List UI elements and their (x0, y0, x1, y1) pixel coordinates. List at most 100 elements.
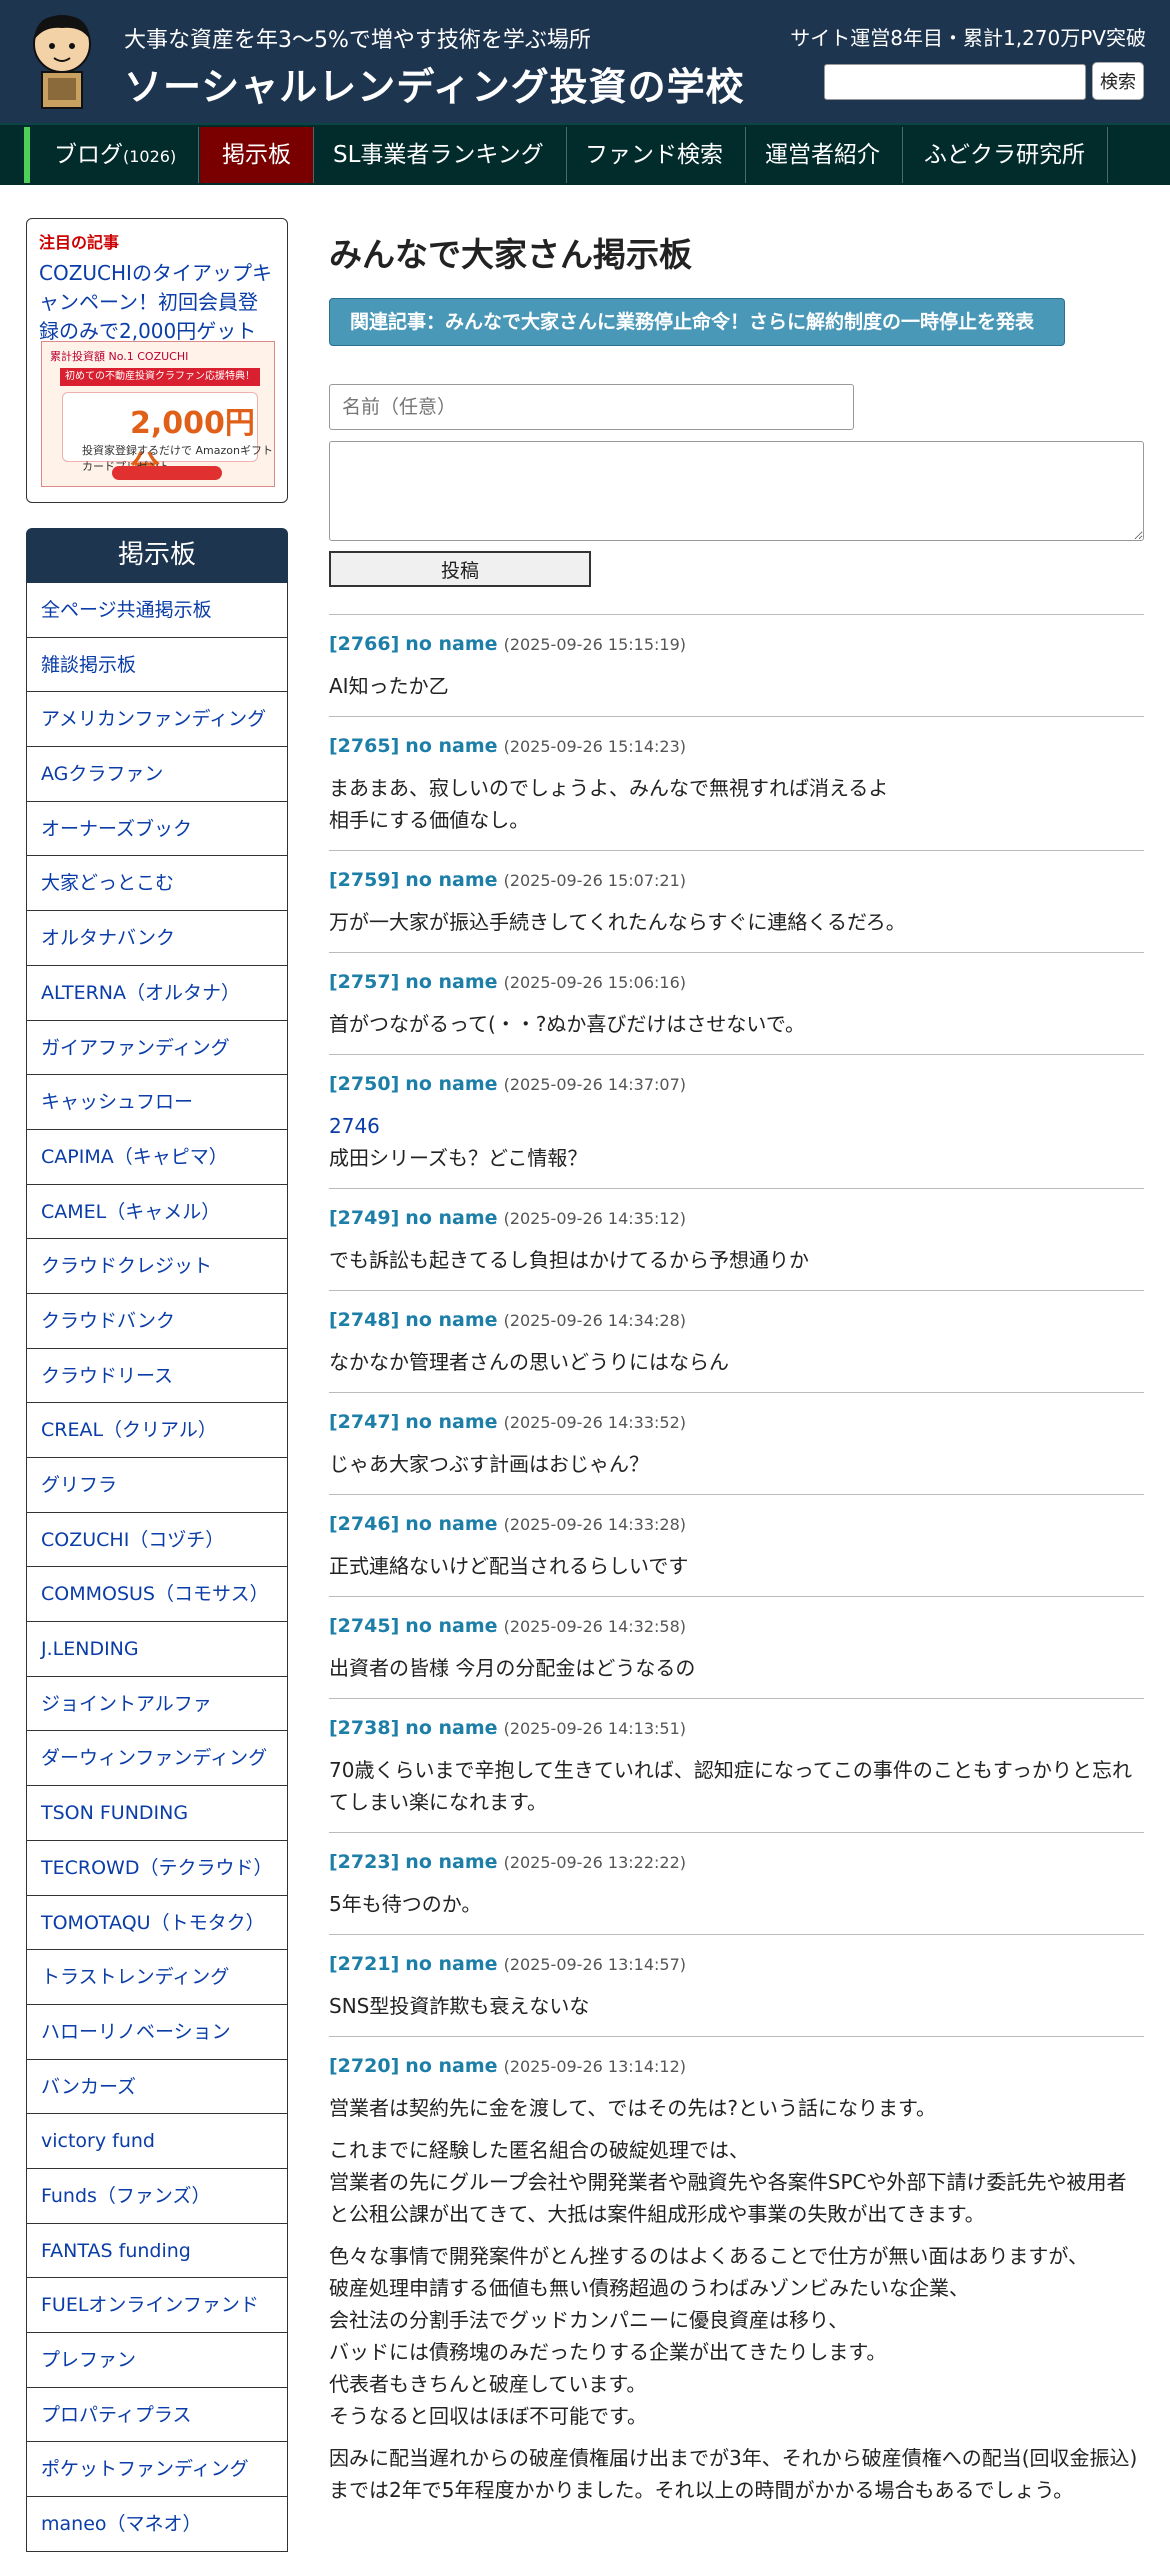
related-article-button[interactable]: 関連記事：みんなで大家さんに業務停止命令！さらに解約制度の一時停止を発表 (329, 298, 1065, 346)
site-title[interactable]: ソーシャルレンディング投資の学校 (124, 56, 745, 111)
post-date: (2025-09-26 13:14:57) (503, 1955, 686, 1974)
bbs-sidebar-item[interactable]: victory fund (26, 2114, 288, 2169)
post-number[interactable]: [2757] (329, 971, 399, 993)
nav-item-label: ファンド検索 (585, 142, 723, 168)
bbs-sidebar-item[interactable]: FANTAS funding (26, 2223, 288, 2279)
post-header: [2759] no name (2025-09-26 15:07:21) (329, 867, 1144, 894)
name-field[interactable] (329, 384, 854, 430)
post-number[interactable]: [2720] (329, 2055, 399, 2077)
search-button[interactable]: 検索 (1092, 62, 1144, 100)
bbs-sidebar-item[interactable]: トラストレンディング (26, 1950, 288, 2005)
post-body-field[interactable] (329, 441, 1144, 541)
post-number[interactable]: [2721] (329, 1953, 399, 1975)
post-number[interactable]: [2723] (329, 1851, 399, 1873)
bbs-sidebar-item[interactable]: COZUCHI（コヅチ） (26, 1512, 288, 1568)
bbs-sidebar-item[interactable]: ダーウィンファンディング (26, 1731, 288, 1787)
bbs-sidebar-item[interactable]: TSON FUNDING (26, 1786, 288, 1841)
post-author: no name (405, 633, 498, 655)
bbs-sidebar-item[interactable]: ハローリノベーション (26, 2004, 288, 2060)
bbs-sidebar-item[interactable]: 全ページ共通掲示板 (26, 583, 288, 638)
post-item: [2747] no name (2025-09-26 14:33:52) じゃあ大… (329, 1392, 1144, 1494)
bbs-sidebar-item[interactable]: TOMOTAQU（トモタク） (26, 1895, 288, 1951)
bbs-sidebar-item[interactable]: 雑談掲示板 (26, 637, 288, 693)
post-date: (2025-09-26 15:14:23) (503, 737, 686, 756)
bbs-sidebar-item[interactable]: COMMOSUS（コモサス） (26, 1567, 288, 1623)
post-number[interactable]: [2745] (329, 1615, 399, 1637)
post-header: [2749] no name (2025-09-26 14:35:12) (329, 1205, 1144, 1232)
search-input[interactable] (824, 64, 1086, 100)
nav-accent-bar (24, 127, 30, 183)
post-author: no name (405, 735, 498, 757)
banner-line2: 初めての不動産投資クラファン応援特典！ (60, 368, 260, 386)
post-number[interactable]: [2746] (329, 1513, 399, 1535)
bbs-sidebar-item[interactable]: オルタナバンク (26, 911, 288, 966)
bbs-sidebar-item[interactable]: maneo（マネオ） (26, 2497, 288, 2552)
post-author: no name (405, 1411, 498, 1433)
bbs-sidebar-item[interactable]: プレファン (26, 2333, 288, 2388)
post-author: no name (405, 1207, 498, 1229)
bbs-sidebar-item[interactable]: CREAL（クリアル） (26, 1403, 288, 1458)
bbs-sidebar-item[interactable]: クラウドリース (26, 1348, 288, 1404)
post-body: 5年も待つのか。 (329, 1892, 482, 1916)
post-number[interactable]: [2766] (329, 633, 399, 655)
post-reply-link[interactable]: 2746 (329, 1110, 1144, 1142)
bbs-sidebar-item[interactable]: キャッシュフロー (26, 1075, 288, 1130)
bbs-sidebar-item[interactable]: Funds（ファンズ） (26, 2168, 288, 2224)
nav-item-ranking[interactable]: SL事業者ランキング (311, 127, 567, 183)
bbs-sidebar-item[interactable]: AGクラファン (26, 747, 288, 802)
post-header: [2757] no name (2025-09-26 15:06:16) (329, 969, 1144, 996)
post-author: no name (405, 1953, 498, 1975)
nav-item-bbs[interactable]: 掲示板 (200, 127, 314, 183)
bbs-sidebar-item[interactable]: ALTERNA（オルタナ） (26, 965, 288, 1021)
main-nav: ブログ(1026) 掲示板 SL事業者ランキング ファンド検索 運営者紹介 ふど… (0, 123, 1170, 185)
nav-item-lab[interactable]: ふどクラ研究所 (902, 127, 1108, 183)
post-item: [2720] no name (2025-09-26 13:14:12) 営業者は… (329, 2036, 1144, 2520)
bbs-sidebar-item[interactable]: 大家どっとこむ (26, 856, 288, 912)
post-number[interactable]: [2748] (329, 1309, 399, 1331)
bbs-sidebar-item[interactable]: オーナーズブック (26, 801, 288, 857)
bbs-sidebar-item[interactable]: アメリカンファンディング (26, 692, 288, 748)
post-submit-button[interactable]: 投稿 (329, 551, 591, 587)
bbs-sidebar-item[interactable]: ジョイントアルファ (26, 1676, 288, 1732)
bbs-sidebar-item[interactable]: CAPIMA（キャピマ） (26, 1129, 288, 1185)
featured-label: 注目の記事 (39, 233, 120, 252)
bbs-sidebar-item[interactable]: プロパティプラス (26, 2387, 288, 2443)
bbs-sidebar-item[interactable]: クラウドバンク (26, 1293, 288, 1349)
featured-article-card[interactable]: 注目の記事 COZUCHIのタイアップキャンペーン！初回会員登録のみで2,000… (26, 218, 288, 503)
featured-article-link[interactable]: COZUCHIのタイアップキャンペーン！初回会員登録のみで2,000円ゲット (39, 259, 275, 346)
bbs-sidebar-item[interactable]: グリフラ (26, 1458, 288, 1513)
bbs-sidebar-item[interactable]: TECROWD（テクラウド） (26, 1840, 288, 1896)
site-stats: サイト運営8年目・累計1,270万PV突破 (790, 26, 1146, 50)
cozuchi-campaign-banner[interactable]: 累計投資額 No.1 COZUCHI 初めての不動産投資クラファン応援特典！ 2… (41, 341, 275, 487)
bbs-sidebar-item[interactable]: バンカーズ (26, 2059, 288, 2115)
post-header: [2745] no name (2025-09-26 14:32:58) (329, 1613, 1144, 1640)
post-date: (2025-09-26 15:15:19) (503, 635, 686, 654)
post-item: [2748] no name (2025-09-26 14:34:28) なかなか… (329, 1290, 1144, 1392)
banner-line1: 累計投資額 No.1 COZUCHI (50, 350, 189, 363)
post-body: 成田シリーズも？どこ情報？ (329, 1146, 588, 1170)
post-number[interactable]: [2750] (329, 1073, 399, 1095)
post-header: [2720] no name (2025-09-26 13:14:12) (329, 2053, 1144, 2080)
bbs-sidebar-item[interactable]: ポケットファンディング (26, 2442, 288, 2498)
post-number[interactable]: [2749] (329, 1207, 399, 1229)
post-body: でも訴訟も起きてるし負担はかけてるから予想通りか (329, 1248, 809, 1272)
post-body: なかなか管理者さんの思いどうりにはならん (329, 1350, 729, 1374)
bbs-sidebar-item[interactable]: FUELオンラインファンド (26, 2278, 288, 2333)
post-number[interactable]: [2747] (329, 1411, 399, 1433)
nav-item-label: SL事業者ランキング (333, 142, 544, 168)
bbs-sidebar-item[interactable]: ガイアファンディング (26, 1020, 288, 1076)
post-body: AI知ったか乙 (329, 674, 449, 698)
post-number[interactable]: [2765] (329, 735, 399, 757)
post-item: [2749] no name (2025-09-26 14:35:12) でも訴訟… (329, 1188, 1144, 1290)
bbs-sidebar-item[interactable]: CAMEL（キャメル） (26, 1184, 288, 1240)
bbs-sidebar-item[interactable]: J.LENDING (26, 1622, 288, 1677)
nav-item-blog[interactable]: ブログ(1026) (32, 127, 200, 183)
mascot-logo-icon[interactable] (24, 10, 100, 110)
nav-item-about[interactable]: 運営者紹介 (743, 127, 903, 183)
post-number[interactable]: [2759] (329, 869, 399, 891)
nav-item-fund-search[interactable]: ファンド検索 (563, 127, 746, 183)
post-item: [2750] no name (2025-09-26 14:37:07) 2746… (329, 1054, 1144, 1188)
bbs-sidebar-item[interactable]: クラウドクレジット (26, 1239, 288, 1294)
post-date: (2025-09-26 13:14:12) (503, 2057, 686, 2076)
post-number[interactable]: [2738] (329, 1717, 399, 1739)
